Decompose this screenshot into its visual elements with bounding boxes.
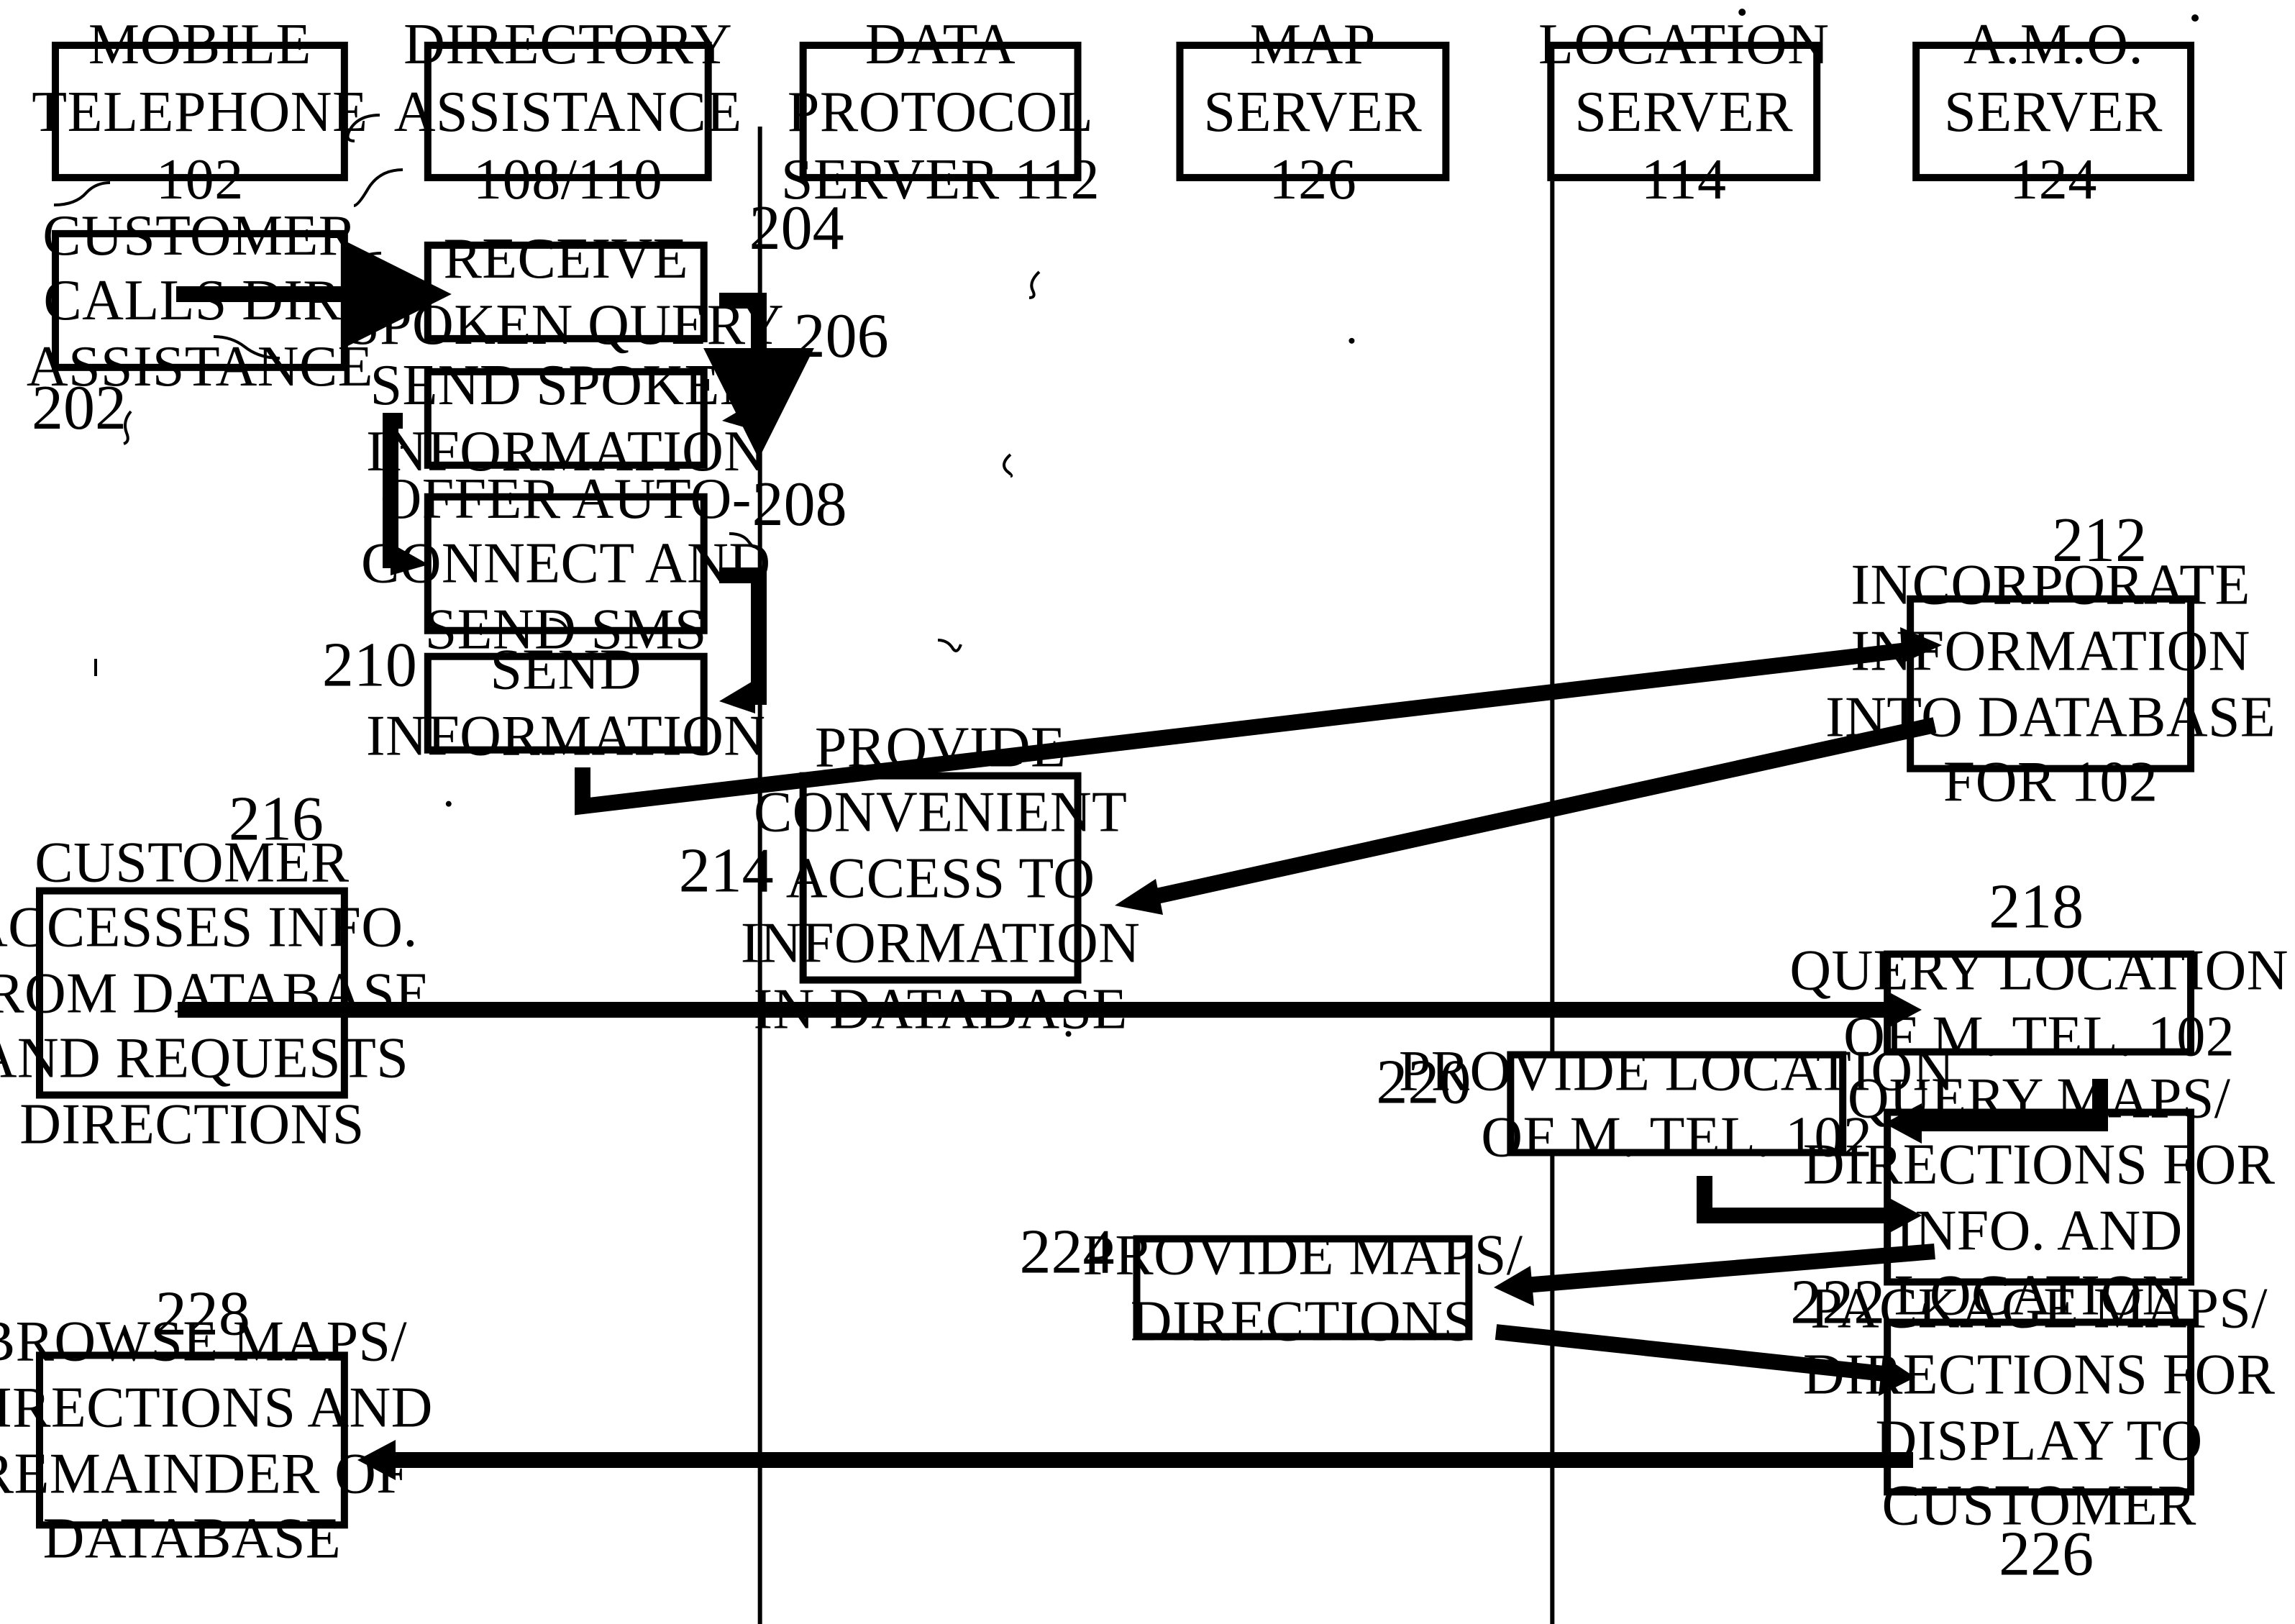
step-text-line: QUERY MAPS/ [1847, 1066, 2231, 1131]
actor-label-line: 124 [2009, 147, 2097, 212]
lane-divider-2 [1550, 126, 1555, 1624]
actor-header-amo-server: A.M.O. SERVER 124 [1912, 11, 2195, 211]
step-text-line: SEND SPOKEN [370, 352, 762, 418]
reference-numeral-228: 228 [155, 1278, 250, 1349]
step-text-line: SEND [490, 637, 642, 703]
actor-label-line: 114 [1641, 147, 1727, 212]
actor-label-line: SERVER [1203, 78, 1423, 144]
actor-label-line: DATA [864, 11, 1016, 76]
step-text-line: ACCESS TO [785, 845, 1095, 911]
step-box-216-customer-accesses-info: CUSTOMER ACCESSES INFO. FROM DATABASE AN… [0, 829, 430, 1157]
step-text-line: DIRECTIONS FOR [1802, 1341, 2276, 1407]
reference-numeral-212: 212 [2052, 504, 2148, 575]
step-text-line: CUSTOMER [42, 202, 357, 268]
step-text-line: CALLS DIR. [43, 268, 357, 333]
scan-speckle [445, 800, 452, 807]
step-box-206-send-spoken-information: SEND SPOKEN INFORMATION [366, 353, 765, 483]
step-box-212-incorporate-information-into-database: INCORPORATE INFORMATION INTO DATABASE FO… [1825, 552, 2276, 813]
step-text-line: INTO DATABASE [1825, 683, 2276, 749]
step-box-208-offer-auto-connect-send-sms: OFFER AUTO- CONNECT AND SEND SMS [361, 465, 770, 661]
step-text-line: IN DATABASE [753, 976, 1128, 1041]
step-box-224-provide-maps-directions: PROVIDE MAPS/ DIRECTIONS [1083, 1222, 1523, 1352]
scan-speckle [1349, 337, 1355, 344]
actor-header-directory-assistance: DIRECTORY ASSISTANCE 108/110 [394, 11, 742, 211]
actor-label-line: MAP [1249, 11, 1376, 76]
actor-label-line: TELEPHONE [32, 78, 368, 144]
step-text-line: PROVIDE MAPS/ [1082, 1222, 1523, 1287]
actor-header-map-server: MAP SERVER 126 [1176, 11, 1450, 211]
reference-numeral-224: 224 [1019, 1216, 1115, 1287]
step-text-line: REMAINDER OF [0, 1440, 409, 1505]
step-text-line: QUERY LOCATION [1789, 937, 2289, 1003]
step-text-line: DIRECTIONS [19, 1091, 365, 1157]
actor-label-line: 108/110 [473, 147, 663, 212]
step-text-line: INFORMATION [1851, 618, 2250, 683]
reference-numeral-214: 214 [678, 835, 774, 906]
step-box-220-provide-location-of-m-tel-102: PROVIDE LOCATION OF M. TEL. 102 [1399, 1038, 1954, 1168]
reference-numeral-216: 216 [228, 783, 324, 854]
reference-numeral-208: 208 [752, 468, 847, 539]
step-text-line: SPOKEN QUERY [347, 291, 785, 357]
scan-speckle [2191, 14, 2199, 22]
step-text-line: CONVENIENT [753, 779, 1128, 844]
step-text-line: ACCESSES INFO. [0, 894, 418, 959]
step-text-line: DIRECTIONS FOR [1802, 1131, 2276, 1197]
actor-label-line: 126 [1269, 147, 1357, 212]
step-text-line: DISPLAY TO [1875, 1407, 2203, 1472]
step-text-line: PROVIDE [814, 713, 1067, 779]
step-box-202-customer-calls-dir-assistance: CUSTOMER CALLS DIR. ASSISTANCE [27, 202, 373, 398]
reference-numeral-204: 204 [749, 192, 844, 263]
step-box-204-receive-spoken-query: RECEIVE SPOKEN QUERY [347, 227, 784, 357]
actor-label-line: A.M.O. [1963, 11, 2144, 76]
step-text-line: OFFER AUTO- [380, 465, 752, 530]
reference-numeral-202: 202 [31, 372, 127, 443]
actor-label-line: SERVER [1574, 78, 1794, 144]
step-text-line: DIRECTIONS [1130, 1287, 1476, 1353]
actor-header-mobile-telephone: MOBILE TELEPHONE 102 [32, 11, 368, 211]
actor-label-line: MOBILE [88, 11, 311, 76]
actor-header-data-protocol-server: DATA PROTOCOL SERVER 112 [781, 11, 1100, 211]
step-text-line: INFO. AND [1895, 1197, 2183, 1262]
actor-label-line: PROTOCOL [787, 78, 1094, 144]
reference-numeral-218: 218 [1989, 871, 2084, 942]
step-box-228-browse-maps-directions: BROWSE MAPS/ DIRECTIONS AND REMAINDER OF… [0, 1309, 432, 1570]
step-text-line: CONNECT AND [361, 531, 771, 596]
scaled-layer: MOBILE TELEPHONE 102 DIRECTORY ASSISTANC… [0, 0, 2295, 1624]
step-text-line: INCORPORATE [1851, 552, 2250, 618]
actor-label-line: ASSISTANCE [393, 78, 742, 144]
step-text-line: FOR 102 [1943, 749, 2158, 814]
actor-label-line: LOCATION [1538, 11, 1830, 76]
step-box-210-send-information: SEND INFORMATION [366, 638, 765, 768]
step-text-line: DATABASE [42, 1505, 342, 1571]
step-text-line: INFORMATION [740, 911, 1141, 976]
reference-numeral-220: 220 [1376, 1046, 1472, 1118]
reference-numeral-222: 222 [1790, 1267, 1886, 1338]
step-text-line: DIRECTIONS AND [0, 1374, 433, 1440]
step-box-222-query-maps-directions: QUERY MAPS/ DIRECTIONS FOR INFO. AND LOC… [1803, 1066, 2275, 1327]
step-text-line: FROM DATABASE [0, 959, 431, 1025]
actor-header-location-server: LOCATION SERVER 114 [1538, 11, 1829, 211]
actor-label-line: SERVER [1944, 78, 2163, 144]
step-text-line: INFORMATION [366, 703, 766, 768]
patent-figure: MOBILE TELEPHONE 102 DIRECTORY ASSISTANC… [0, 0, 2295, 1624]
step-box-226-package-maps-directions: PACKAGE MAPS/ DIRECTIONS FOR DISPLAY TO … [1803, 1276, 2275, 1537]
step-text-line: AND REQUESTS [0, 1026, 409, 1091]
reference-numeral-226: 226 [1999, 1518, 2094, 1589]
actor-label-line: DIRECTORY [403, 11, 733, 76]
step-text-line: RECEIVE [443, 226, 688, 291]
reference-numeral-206: 206 [793, 300, 889, 371]
step-box-214-provide-convenient-access: PROVIDE CONVENIENT ACCESS TO INFORMATION… [741, 714, 1140, 1041]
reference-numeral-210: 210 [321, 629, 417, 701]
